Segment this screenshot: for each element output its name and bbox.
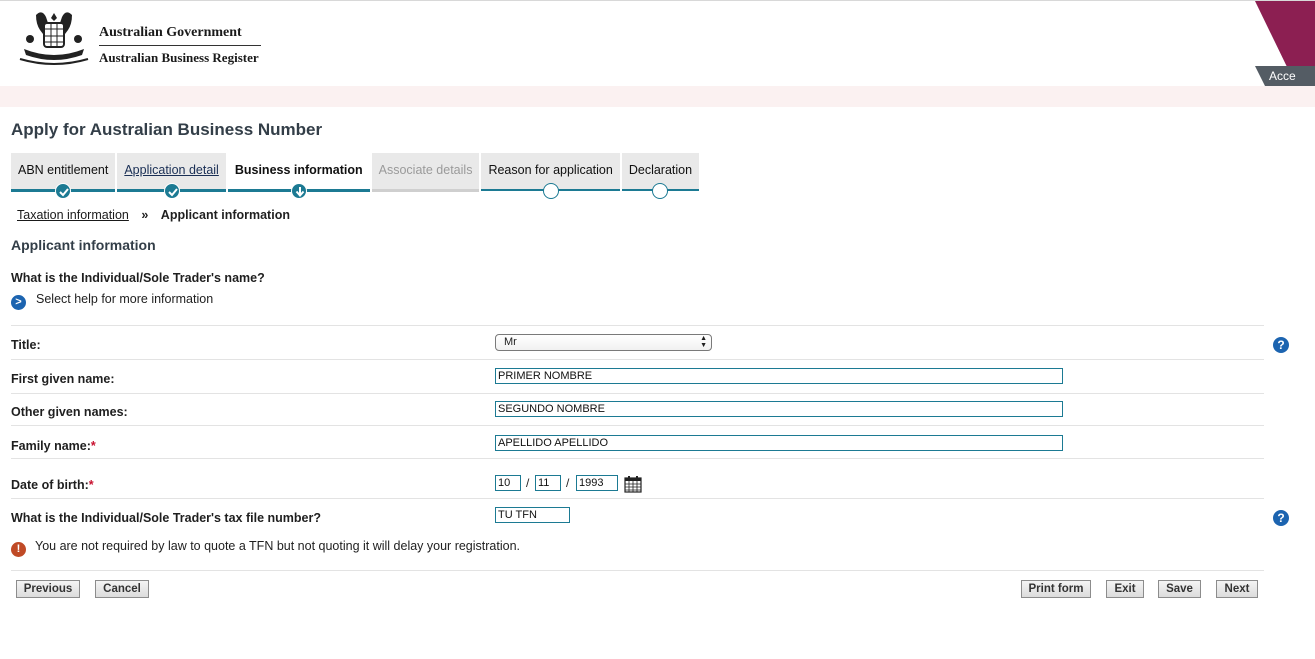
access-tab-corner <box>1255 66 1265 86</box>
brand-wedge <box>1255 1 1315 71</box>
register-title: Australian Business Register <box>99 50 259 65</box>
exit-button[interactable]: Exit <box>1106 580 1144 598</box>
step-label: Business information <box>234 163 363 177</box>
tfn-label: What is the Individual/Sole Trader's tax… <box>11 511 321 525</box>
breadcrumb-separator: » <box>141 208 149 222</box>
header-divider <box>99 45 261 46</box>
coat-of-arms-logo <box>19 12 89 65</box>
previous-button[interactable]: Previous <box>16 580 80 598</box>
progress-steps: ABN entitlement Application detail Busin… <box>11 153 701 199</box>
warning-icon: ! <box>11 542 26 557</box>
section-heading: Applicant information <box>11 237 156 253</box>
step-label: Reason for application <box>488 163 613 177</box>
first-name-input[interactable]: PRIMER NOMBRE <box>495 368 1063 384</box>
breadcrumb-current: Applicant information <box>160 208 290 222</box>
step-label: Declaration <box>628 163 693 177</box>
date-separator: / <box>566 476 570 490</box>
next-button[interactable]: Next <box>1216 580 1258 598</box>
step-label[interactable]: Application detail <box>117 153 226 187</box>
family-name-label: Family name:* <box>11 439 96 453</box>
name-question: What is the Individual/Sole Trader's nam… <box>11 271 265 285</box>
dob-label: Date of birth:* <box>11 478 94 492</box>
empty-circle-icon <box>542 183 559 199</box>
title-select[interactable]: Mr ▲ ▼ <box>495 334 712 351</box>
step-label: Associate details <box>378 163 473 177</box>
breadcrumb: Taxation information » Applicant informa… <box>17 208 290 222</box>
help-icon[interactable]: ? <box>1273 337 1289 353</box>
step-abn-entitlement: ABN entitlement <box>11 153 116 199</box>
step-application-detail[interactable]: Application detail <box>117 153 226 199</box>
help-link[interactable]: > Select help for more information <box>11 292 213 310</box>
government-title: Australian Government <box>99 25 242 40</box>
row-divider <box>11 458 1264 459</box>
warning-text: You are not required by law to quote a T… <box>35 539 521 553</box>
breadcrumb-taxation-information[interactable]: Taxation information <box>17 208 129 222</box>
date-separator: / <box>526 476 530 490</box>
title-label: Title: <box>11 338 41 352</box>
dob-day-input[interactable]: 10 <box>495 475 521 491</box>
help-icon[interactable]: ? <box>1273 510 1289 526</box>
arrow-down-icon <box>290 183 307 199</box>
required-marker: * <box>88 478 94 492</box>
required-marker: * <box>90 439 96 453</box>
step-reason-for-application: Reason for application <box>481 153 620 199</box>
row-divider <box>11 325 1264 326</box>
other-names-label: Other given names: <box>11 405 128 419</box>
step-label: ABN entitlement <box>18 163 109 177</box>
dob-year-input[interactable]: 1993 <box>576 475 618 491</box>
site-header: Australian Government Australian Busines… <box>0 0 1315 87</box>
empty-circle-icon <box>652 183 669 199</box>
help-link-text[interactable]: Select help for more information <box>36 292 213 306</box>
accessibility-tab[interactable]: Acce <box>1265 66 1315 86</box>
header-band <box>0 86 1315 107</box>
select-arrows-icon[interactable]: ▲ ▼ <box>700 335 707 349</box>
step-associate-details: Associate details <box>371 153 480 192</box>
title-select-value[interactable]: Mr <box>504 336 517 348</box>
row-divider <box>11 393 1264 394</box>
tfn-warning: ! You are not required by law to quote a … <box>11 539 520 557</box>
check-icon <box>163 183 180 199</box>
step-declaration: Declaration <box>621 153 700 199</box>
other-names-input[interactable]: SEGUNDO NOMBRE <box>495 401 1063 417</box>
row-divider <box>11 570 1264 571</box>
check-icon <box>55 183 72 199</box>
tfn-input[interactable]: TU TFN <box>495 507 570 523</box>
save-button[interactable]: Save <box>1158 580 1201 598</box>
row-divider <box>11 425 1264 426</box>
calendar-icon[interactable] <box>624 475 642 493</box>
chevron-right-icon[interactable]: > <box>11 295 26 310</box>
first-name-label: First given name: <box>11 372 115 386</box>
step-business-information: Business information <box>227 153 370 199</box>
row-divider <box>11 498 1264 499</box>
page-title: Apply for Australian Business Number <box>11 120 323 139</box>
print-form-button[interactable]: Print form <box>1021 580 1091 598</box>
row-divider <box>11 359 1264 360</box>
family-name-input[interactable]: APELLIDO APELLIDO <box>495 435 1063 451</box>
cancel-button[interactable]: Cancel <box>95 580 149 598</box>
dob-month-input[interactable]: 11 <box>535 475 561 491</box>
